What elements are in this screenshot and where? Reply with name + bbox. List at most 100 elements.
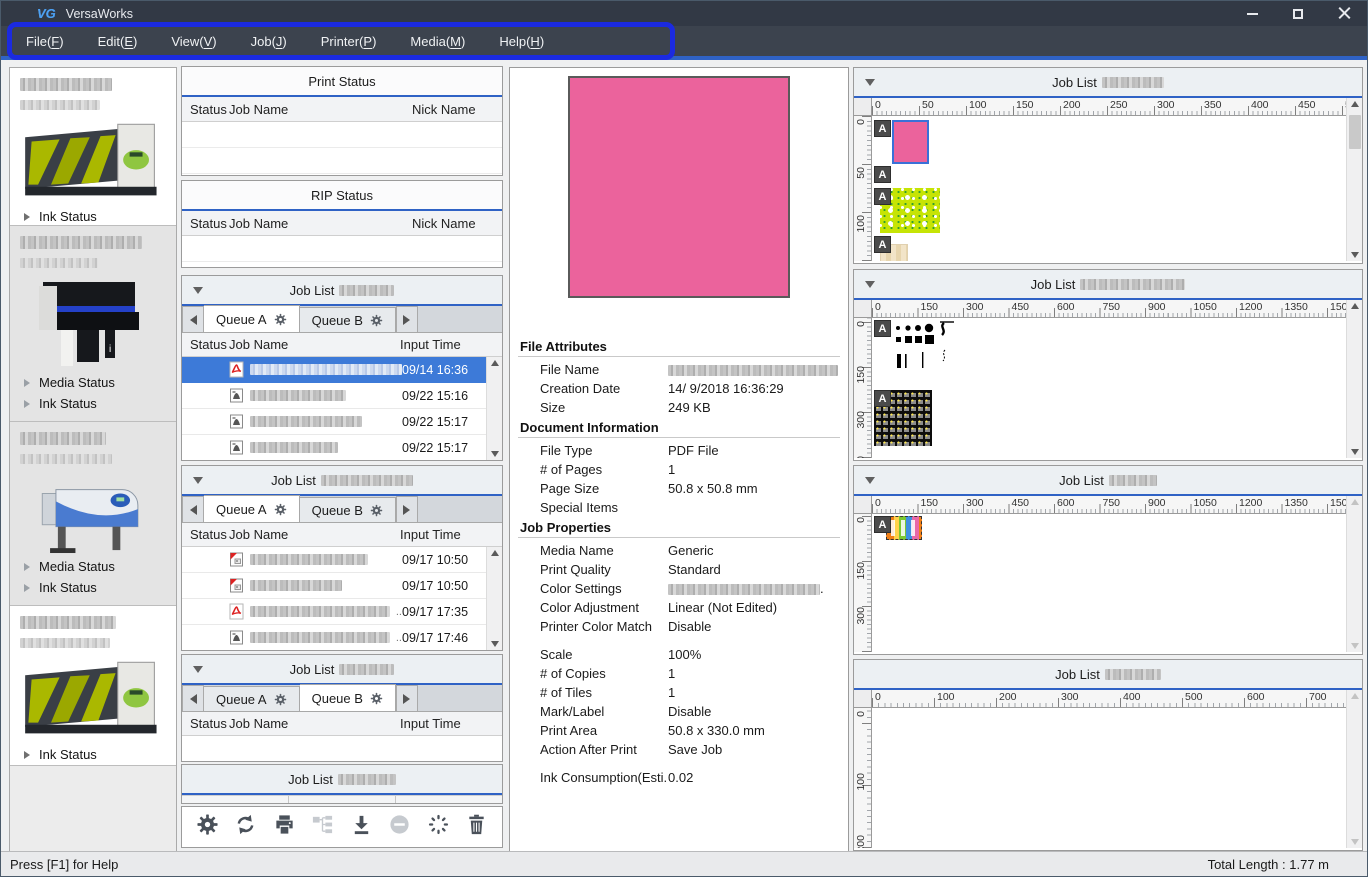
printer-card[interactable]: i Media Status Ink Status (10, 226, 176, 422)
scrollbar[interactable] (486, 357, 502, 460)
input-time: 09/22 15:16 (402, 389, 486, 403)
canvas-job-colorgrid[interactable] (886, 516, 922, 540)
job-row[interactable]: 09/14 16:36 (182, 357, 486, 383)
queue-settings-icon[interactable] (274, 313, 287, 326)
queue-settings-icon[interactable] (274, 503, 287, 516)
tab-scroll-right[interactable] (396, 685, 418, 711)
property-row: # of Tiles1 (510, 683, 848, 702)
close-button[interactable] (1321, 1, 1367, 26)
menu-edit[interactable]: Edit(E) (98, 34, 138, 49)
menu-file[interactable]: File(F) (26, 34, 64, 49)
queue-settings-icon[interactable] (370, 504, 383, 517)
job-row[interactable]: 09/17 10:50 (182, 573, 486, 599)
tab-queue-a[interactable]: Queue A (204, 686, 300, 711)
menu-view[interactable]: View(V) (171, 34, 216, 49)
scrollbar[interactable] (1346, 98, 1362, 261)
tab-queue-a[interactable]: Queue A (204, 305, 300, 332)
menu-printer[interactable]: Printer(P) (321, 34, 377, 49)
media-status-link[interactable]: Media Status (20, 556, 166, 577)
scrollbar[interactable] (1346, 690, 1362, 848)
settings-button[interactable] (196, 813, 219, 841)
nest-button (311, 813, 334, 841)
col-job-name: Job Name (229, 527, 400, 542)
refresh-button[interactable] (234, 813, 257, 841)
queue-a-badge: A (874, 120, 891, 137)
job-row[interactable]: 09/22 15:17 (182, 409, 486, 435)
job-rows: 09/17 10:5009/17 10:50..09/17 17:35..09/… (182, 547, 486, 650)
tab-scroll-right[interactable] (396, 496, 418, 522)
scrollbar[interactable] (1346, 496, 1362, 652)
layout-canvas[interactable]: A (872, 514, 1346, 652)
property-row: Size249 KB (510, 398, 848, 417)
scrollbar[interactable] (1346, 300, 1362, 458)
layout-panel: Job List 050100150200250300350400450500 … (853, 67, 1363, 264)
panel-title: Job List (1059, 473, 1157, 488)
vertical-ruler: 0100200 (854, 708, 872, 848)
tab-scroll-left[interactable] (182, 685, 204, 711)
canvas-job-pink[interactable] (892, 120, 929, 164)
tab-scroll-left[interactable] (182, 306, 204, 332)
job-row[interactable]: 09/17 10:50 (182, 547, 486, 573)
section-title: Document Information (510, 417, 848, 437)
delete-button[interactable] (465, 813, 488, 841)
printer-card[interactable]: Media Status Ink Status (10, 422, 176, 606)
ink-status-link[interactable]: Ink Status (20, 393, 166, 414)
tab-scroll-right[interactable] (396, 306, 418, 332)
tab-queue-b[interactable]: Queue B (300, 307, 396, 332)
collapse-icon[interactable] (865, 79, 875, 86)
printer-card[interactable]: Ink Status (10, 606, 176, 766)
layout-canvas[interactable]: AA (872, 318, 1346, 458)
collapse-icon[interactable] (865, 281, 875, 288)
queue-a-badge: A (874, 390, 891, 407)
printer-card[interactable]: Ink Status (10, 68, 176, 226)
settings-icon (196, 813, 219, 836)
job-row[interactable]: 09/22 15:16 (182, 383, 486, 409)
collapse-icon[interactable] (193, 666, 203, 673)
col-nick-name: Nick Name (412, 102, 502, 117)
preview-image (568, 76, 790, 298)
tab-queue-b[interactable]: Queue B (300, 497, 396, 522)
tab-queue-a[interactable]: Queue A (204, 495, 300, 522)
queue-settings-icon[interactable] (370, 692, 383, 705)
ink-status-link[interactable]: Ink Status (20, 206, 166, 227)
collapse-icon[interactable] (193, 477, 203, 484)
collapse-icon[interactable] (865, 477, 875, 484)
tab-scroll-left[interactable] (182, 496, 204, 522)
scrollbar[interactable] (486, 547, 502, 650)
job-row[interactable]: ..09/17 17:35 (182, 599, 486, 625)
property-row: Action After PrintSave Job (510, 740, 848, 759)
job-list-panel-collapsed: Job List (181, 764, 503, 804)
minimize-button[interactable] (1229, 1, 1275, 26)
panel-title: Job List (288, 772, 396, 787)
job-rows: 09/14 16:36 09/22 15:16 09/22 15:1709/22 1… (182, 357, 486, 460)
download-button[interactable] (350, 813, 373, 841)
canvas-job-testpattern[interactable] (892, 320, 960, 380)
property-row: Printer Color MatchDisable (510, 617, 848, 636)
property-row: Page Size50.8 x 50.8 mm (510, 479, 848, 498)
maximize-button[interactable] (1275, 1, 1321, 26)
rip-button[interactable] (427, 813, 450, 841)
input-time: 09/17 17:35 (402, 605, 486, 619)
menu-help[interactable]: Help(H) (499, 34, 544, 49)
layout-canvas[interactable] (872, 708, 1346, 848)
queue-settings-icon[interactable] (370, 314, 383, 327)
job-row[interactable]: ..09/17 17:46 (182, 625, 486, 650)
panel-title: Job List (1052, 75, 1164, 90)
ink-status-link[interactable]: Ink Status (20, 744, 166, 765)
print-button[interactable] (273, 813, 296, 841)
svg-text:i: i (109, 344, 111, 355)
layout-canvas[interactable]: AAAA (872, 116, 1346, 261)
collapse-icon[interactable] (193, 287, 203, 294)
tab-queue-b[interactable]: Queue B (300, 684, 396, 711)
job-list-panel: Job List Queue A Queue B Status Job Name… (181, 275, 503, 461)
media-status-link[interactable]: Media Status (20, 372, 166, 393)
ink-status-link[interactable]: Ink Status (20, 577, 166, 598)
job-row[interactable]: 09/22 15:17 (182, 435, 486, 460)
menu-job[interactable]: Job(J) (251, 34, 287, 49)
image-file-icon (229, 439, 244, 456)
property-row: Creation Date14/ 9/2018 16:36:29 (510, 379, 848, 398)
printer-image-flatbed (23, 658, 163, 742)
queue-settings-icon[interactable] (274, 693, 287, 706)
input-time: 09/17 10:50 (402, 553, 486, 567)
menu-media[interactable]: Media(M) (410, 34, 465, 49)
